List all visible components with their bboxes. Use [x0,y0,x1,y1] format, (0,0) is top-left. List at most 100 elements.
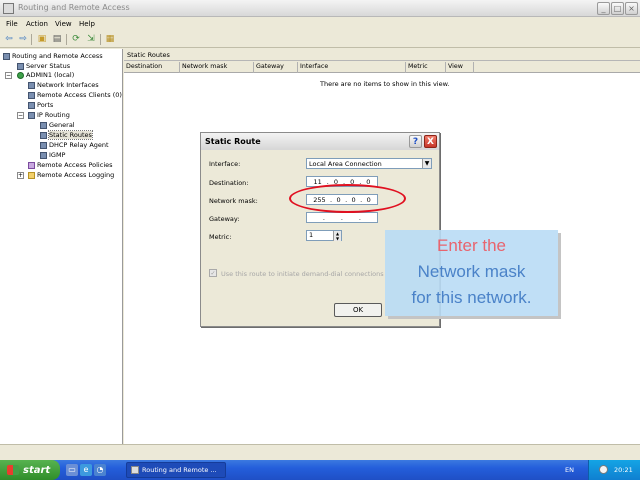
metric-spinner[interactable]: 1 ▲ ▼ [306,230,342,241]
back-arrow-icon[interactable]: ⇦ [3,34,15,45]
policies-icon [28,161,35,169]
collapse-icon[interactable]: − [5,72,12,79]
close-dialog-button[interactable]: X [424,135,437,148]
desktop-icon[interactable]: ▭ [66,464,78,476]
empty-list-message: There are no items to show in this view. [320,80,450,88]
menu-file[interactable]: File [6,20,18,28]
column-headers: Destination Network mask Gateway Interfa… [124,62,640,73]
metric-label: Metric: [209,233,232,241]
callout-line-3: for this network. [411,288,532,307]
tray-app-icon[interactable] [599,465,608,474]
column-destination[interactable]: Destination [124,62,180,73]
show-hide-tree-icon[interactable]: ▤ [51,34,63,45]
routing-icon [28,111,35,119]
dialog-title: Static Route [205,137,261,146]
interface-label: Interface: [209,160,241,168]
tree-item-ip-routing[interactable]: IP Routing [28,111,70,119]
tree-item-network-interfaces[interactable]: Network Interfaces [28,81,99,89]
gateway-label: Gateway: [209,215,240,223]
static-routes-icon [40,131,47,139]
callout-line-1: Enter the [437,236,506,255]
tree-root[interactable]: Routing and Remote Access [3,52,103,60]
interface-select[interactable]: Local Area Connection ▼ [306,158,432,169]
details-pane-header: Static Routes [124,49,640,61]
toolbar: ⇦ ⇨ ▣ ▤ ⟳ ⇲ ▦ [0,31,640,48]
collapse-icon[interactable]: − [17,112,24,119]
dhcp-icon [40,141,47,149]
media-icon[interactable]: ◔ [94,464,106,476]
highlight-ellipse [289,184,406,213]
app-icon [131,466,139,474]
column-metric[interactable]: Metric [406,62,446,73]
dialog-titlebar[interactable]: Static Route ? X [201,133,439,150]
menu-help[interactable]: Help [79,20,95,28]
close-window-button[interactable]: × [625,2,638,15]
tree-item-general[interactable]: General [40,121,75,129]
demand-dial-label: Use this route to initiate demand-dial c… [221,270,384,278]
windows-flag-icon [7,465,19,475]
chevron-down-icon[interactable]: ▼ [422,159,431,168]
computer-icon [3,52,10,60]
ports-icon [28,101,35,109]
server-running-icon [17,71,24,79]
window-titlebar[interactable]: Routing and Remote Access _ □ × [0,0,640,17]
internet-explorer-icon[interactable]: e [80,464,92,476]
tree-item-static-routes[interactable]: Static Routes [40,130,93,140]
tree-item-server-status[interactable]: Server Status [17,62,70,70]
forward-arrow-icon[interactable]: ⇨ [17,34,29,45]
maximize-button[interactable]: □ [611,2,624,15]
server-icon [17,62,24,70]
refresh-icon[interactable]: ⟳ [70,34,82,45]
network-icon [28,81,35,89]
clients-icon [28,91,35,99]
properties-icon[interactable]: ▦ [104,34,116,45]
tree-item-ports[interactable]: Ports [28,101,53,109]
tree-item-remote-access-policies[interactable]: Remote Access Policies [28,161,113,169]
column-interface[interactable]: Interface [298,62,406,73]
menu-view[interactable]: View [55,20,72,28]
ok-button[interactable]: OK [334,303,382,317]
window-title: Routing and Remote Access [18,3,130,12]
gateway-ip-field[interactable]: ... [306,212,378,223]
tree-item-admin1[interactable]: ADMIN1 (local) [17,71,74,79]
igmp-icon [40,151,47,159]
network-mask-label: Network mask: [209,197,258,205]
column-gateway[interactable]: Gateway [254,62,298,73]
taskbar-item-label: Routing and Remote ... [142,466,217,474]
menu-bar: File Action View Help [0,17,640,31]
start-label: start [23,464,51,476]
pane-title: Static Routes [127,51,170,59]
expand-icon[interactable]: + [17,172,24,179]
help-button[interactable]: ? [409,135,422,148]
tree-item-dhcp-relay-agent[interactable]: DHCP Relay Agent [40,141,109,149]
start-button[interactable]: start [0,460,60,480]
taskbar: start ▭ e ◔ Routing and Remote ... EN 20… [0,460,640,480]
column-network-mask[interactable]: Network mask [180,62,254,73]
spin-down-icon[interactable]: ▼ [333,236,341,241]
up-folder-icon[interactable]: ▣ [36,34,48,45]
destination-label: Destination: [209,179,249,187]
general-icon [40,121,47,129]
destination-octet: 11 [313,177,322,186]
clock[interactable]: 20:21 [614,466,633,474]
toolbar-separator [66,34,67,45]
interface-value: Local Area Connection [309,159,382,168]
tutorial-callout: Enter the Network mask for this network. [385,230,558,316]
tree-item-remote-access-clients[interactable]: Remote Access Clients (0) [28,91,122,99]
status-bar [0,444,640,458]
folder-icon [28,171,35,179]
menu-action[interactable]: Action [26,20,48,28]
minimize-button[interactable]: _ [597,2,610,15]
tree-item-igmp[interactable]: IGMP [40,151,65,159]
callout-line-2: Network mask [417,262,526,281]
toolbar-separator [100,34,101,45]
console-tree: Routing and Remote Access Server Status … [0,49,123,444]
taskbar-item-routing[interactable]: Routing and Remote ... [126,462,226,478]
column-view[interactable]: View [446,62,474,73]
metric-value: 1 [309,231,314,239]
export-list-icon[interactable]: ⇲ [85,34,97,45]
tree-item-remote-access-logging[interactable]: Remote Access Logging [28,171,114,179]
toolbar-separator [31,34,32,45]
demand-dial-checkbox[interactable]: ✓ [209,269,217,277]
language-indicator[interactable]: EN [565,466,574,474]
